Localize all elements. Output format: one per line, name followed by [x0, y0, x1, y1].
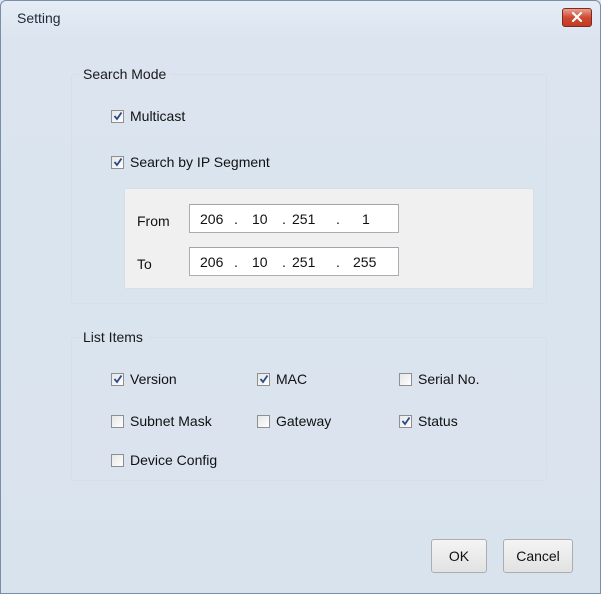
to-label: To [137, 256, 152, 272]
search-mode-legend: Search Mode [83, 66, 167, 82]
multicast-label: Multicast [130, 108, 186, 124]
status-checkbox[interactable]: Status [399, 413, 458, 429]
octet-separator: . [336, 254, 340, 270]
ip-range-group: From 206 . 10 . 251 . 1 To 206 . 10 . 25… [124, 188, 534, 289]
octet-separator: . [234, 211, 238, 227]
octet-separator: . [234, 254, 238, 270]
close-button[interactable] [562, 8, 592, 27]
to-octet-4[interactable]: 255 [353, 254, 376, 270]
octet-separator: . [282, 211, 286, 227]
mac-checkbox-box[interactable] [257, 372, 270, 386]
ok-button[interactable]: OK [431, 539, 487, 573]
gateway-label: Gateway [276, 413, 332, 429]
from-ip-field[interactable]: 206 . 10 . 251 . 1 [189, 204, 399, 233]
checkmark-icon [259, 374, 268, 384]
to-ip-field[interactable]: 206 . 10 . 251 . 255 [189, 247, 399, 276]
from-octet-2[interactable]: 10 [252, 211, 268, 227]
checkmark-icon [113, 111, 122, 121]
from-octet-3[interactable]: 251 [292, 211, 315, 227]
serial-no-checkbox-box[interactable] [399, 372, 412, 386]
mac-checkbox[interactable]: MAC [257, 371, 307, 387]
ip-segment-label: Search by IP Segment [130, 154, 270, 170]
from-label: From [137, 213, 170, 229]
octet-separator: . [336, 211, 340, 227]
checkmark-icon [113, 157, 122, 167]
multicast-checkbox-box[interactable] [111, 109, 124, 123]
window-title: Setting [17, 10, 61, 26]
device-config-checkbox-box[interactable] [111, 453, 124, 467]
list-items-legend: List Items [83, 329, 143, 345]
status-label: Status [418, 413, 458, 429]
close-icon [571, 9, 583, 27]
version-checkbox-box[interactable] [111, 372, 124, 386]
subnet-mask-label: Subnet Mask [130, 413, 212, 429]
subnet-mask-checkbox-box[interactable] [111, 414, 124, 428]
mac-label: MAC [276, 371, 308, 387]
checkmark-icon [401, 416, 410, 426]
checkmark-icon [113, 374, 122, 384]
search-by-ip-segment-checkbox[interactable]: Search by IP Segment [111, 154, 270, 170]
ip-segment-checkbox-box[interactable] [111, 155, 124, 169]
to-octet-2[interactable]: 10 [252, 254, 268, 270]
device-config-label: Device Config [130, 452, 218, 468]
subnet-mask-checkbox[interactable]: Subnet Mask [111, 413, 212, 429]
to-octet-3[interactable]: 251 [292, 254, 315, 270]
title-bar[interactable]: Setting [1, 1, 600, 35]
device-config-checkbox[interactable]: Device Config [111, 452, 217, 468]
from-octet-4[interactable]: 1 [362, 211, 370, 227]
from-octet-1[interactable]: 206 [200, 211, 223, 227]
gateway-checkbox[interactable]: Gateway [257, 413, 331, 429]
gateway-checkbox-box[interactable] [257, 414, 270, 428]
serial-no-label: Serial No. [418, 371, 480, 387]
multicast-checkbox[interactable]: Multicast [111, 108, 185, 124]
to-octet-1[interactable]: 206 [200, 254, 223, 270]
version-checkbox[interactable]: Version [111, 371, 177, 387]
version-label: Version [130, 371, 177, 387]
cancel-button[interactable]: Cancel [503, 539, 573, 573]
serial-no-checkbox[interactable]: Serial No. [399, 371, 479, 387]
octet-separator: . [282, 254, 286, 270]
status-checkbox-box[interactable] [399, 414, 412, 428]
